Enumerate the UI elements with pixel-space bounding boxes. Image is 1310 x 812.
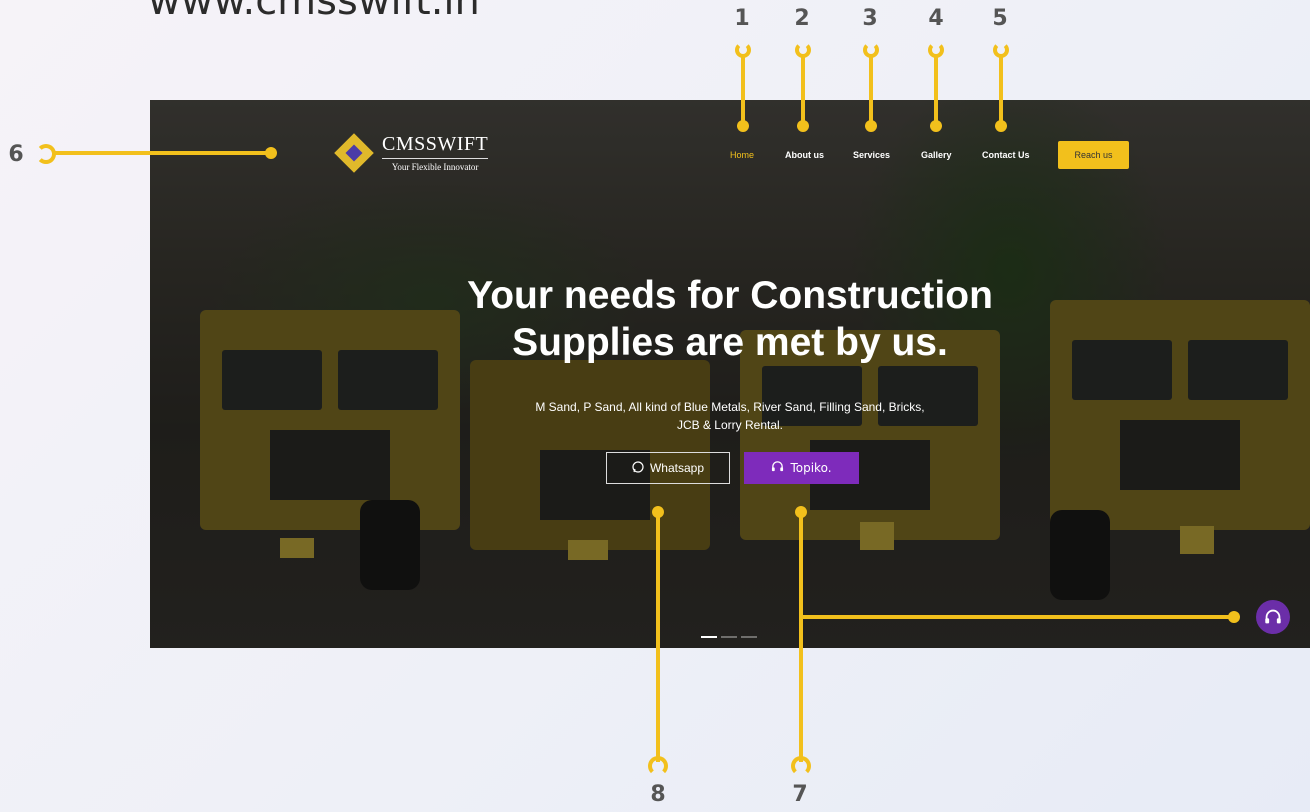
callout-2: 2	[794, 6, 810, 31]
headset-icon	[1265, 609, 1281, 624]
hero-subtext: M Sand, P Sand, All kind of Blue Metals,…	[150, 398, 1310, 434]
callout-8: 8	[650, 782, 666, 807]
hero-headline: Your needs for Construction Supplies are…	[150, 272, 1310, 366]
headline-line-1: Your needs for Construction	[467, 274, 993, 317]
subtext-line-1: M Sand, P Sand, All kind of Blue Metals,…	[535, 400, 925, 414]
callout-1: 1	[734, 6, 750, 31]
logo-tagline: Your Flexible Innovator	[391, 162, 479, 172]
nav-about-us[interactable]: About us	[785, 150, 824, 160]
topiko-label: Topiko.	[790, 461, 832, 475]
headset-icon	[771, 460, 784, 476]
website-hero: CMSSWIFT Your Flexible Innovator Home Ab…	[150, 100, 1310, 648]
callout-7: 7	[792, 782, 808, 807]
site-logo[interactable]: CMSSWIFT Your Flexible Innovator	[334, 132, 489, 173]
logo-diamond-icon	[334, 132, 374, 173]
support-chat-button[interactable]	[1256, 600, 1290, 634]
nav-contact-us[interactable]: Contact Us	[982, 150, 1030, 160]
headline-line-2: Supplies are met by us.	[512, 321, 948, 364]
url-caption: www.cmsswift.in	[148, 0, 480, 24]
nav-gallery[interactable]: Gallery	[921, 150, 952, 160]
slider-dot-1[interactable]	[701, 636, 717, 638]
whatsapp-button[interactable]: Whatsapp	[606, 452, 730, 484]
callout-3: 3	[862, 6, 878, 31]
slider-dot-3[interactable]	[741, 636, 757, 638]
nav-home[interactable]: Home	[730, 150, 754, 160]
logo-name: CMSSWIFT	[382, 133, 489, 159]
nav-services[interactable]: Services	[853, 150, 890, 160]
slider-indicators	[701, 636, 757, 638]
subtext-line-2: JCB & Lorry Rental.	[676, 418, 784, 432]
callout-6: 6	[8, 142, 24, 167]
topiko-button[interactable]: Topiko.	[744, 452, 859, 484]
slider-dot-2[interactable]	[721, 636, 737, 638]
callout-4: 4	[928, 6, 944, 31]
whatsapp-label: Whatsapp	[649, 461, 705, 475]
reach-us-button[interactable]: Reach us	[1058, 141, 1129, 169]
callout-5: 5	[992, 6, 1008, 31]
whatsapp-icon	[632, 460, 644, 476]
